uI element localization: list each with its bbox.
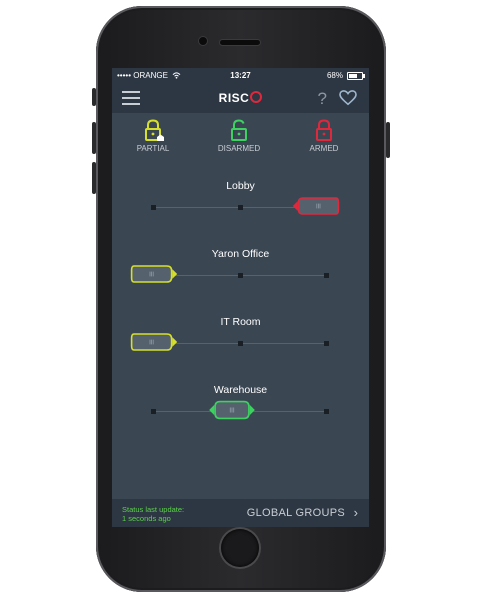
- partition-it-room: IT Room: [112, 316, 369, 366]
- partition-lobby: Lobby: [112, 180, 369, 230]
- mode-label: PARTIAL: [136, 144, 170, 153]
- front-camera: [199, 37, 207, 45]
- mode-label: DISARMED: [217, 144, 261, 153]
- slider-stop: [324, 273, 329, 278]
- logo-ring-icon: [250, 91, 263, 103]
- app-screen: ••••• ORANGE 13:27 68% RISC ? PARTIAL DI…: [112, 68, 369, 527]
- partition-name: Yaron Office: [211, 248, 270, 260]
- locked-lock-icon: [316, 119, 332, 141]
- battery-percent: 68%: [326, 71, 343, 80]
- partition-name: Warehouse: [213, 384, 268, 396]
- heart-icon[interactable]: [339, 90, 357, 106]
- partial-lock-icon: [145, 119, 164, 141]
- nav-bar: RISC ?: [112, 83, 369, 113]
- status-bar: ••••• ORANGE 13:27 68%: [112, 68, 369, 83]
- mode-partial[interactable]: PARTIAL: [113, 118, 193, 153]
- partition-warehouse: Warehouse: [112, 384, 369, 434]
- slider-stop: [151, 205, 156, 210]
- status-last-update: Status last update: 1 seconds ago: [122, 505, 185, 523]
- unlocked-lock-icon: [231, 119, 247, 141]
- battery-icon: [347, 72, 365, 80]
- partition-yaron-office: Yaron Office: [112, 248, 369, 298]
- arm-slider-knob[interactable]: [292, 195, 340, 217]
- mode-armed[interactable]: ARMED: [284, 118, 364, 153]
- help-icon[interactable]: ?: [318, 89, 327, 109]
- home-button[interactable]: [221, 529, 259, 567]
- slider-stop: [324, 409, 329, 414]
- silent-switch: [92, 88, 96, 106]
- partition-name: Lobby: [226, 180, 255, 192]
- arm-slider-track: [151, 273, 329, 278]
- volume-down-button: [92, 162, 96, 194]
- risco-logo: RISC: [112, 91, 369, 105]
- arm-slider-track: [151, 341, 329, 346]
- chevron-right-icon[interactable]: ›: [354, 505, 358, 520]
- arm-slider-knob[interactable]: [130, 263, 178, 285]
- slider-stop: [324, 341, 329, 346]
- slider-stop: [238, 205, 243, 210]
- slider-stop: [151, 409, 156, 414]
- mode-disarmed[interactable]: DISARMED: [199, 118, 279, 153]
- mode-bar: PARTIAL DISARMED ARMED: [112, 118, 369, 162]
- earpiece-speaker: [220, 40, 260, 45]
- footer-bar: Status last update: 1 seconds ago GLOBAL…: [112, 499, 369, 527]
- power-button: [386, 122, 390, 158]
- volume-up-button: [92, 122, 96, 154]
- slider-stop: [238, 341, 243, 346]
- slider-stop: [238, 273, 243, 278]
- arm-slider-knob[interactable]: [202, 399, 262, 421]
- arm-slider-knob[interactable]: [130, 331, 178, 353]
- global-groups-link[interactable]: GLOBAL GROUPS: [247, 507, 345, 519]
- partition-name: IT Room: [220, 316, 261, 328]
- mode-label: ARMED: [309, 144, 339, 153]
